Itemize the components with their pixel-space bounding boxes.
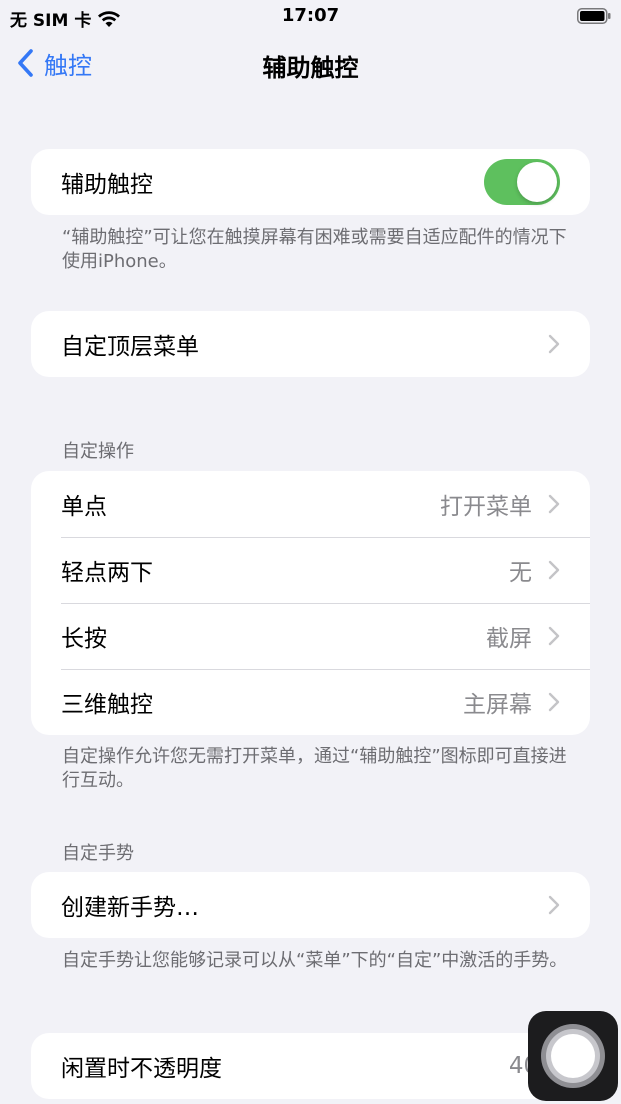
assistive-touch-toggle[interactable] — [484, 159, 560, 205]
single-tap-row[interactable]: 单点 打开菜单 — [31, 471, 590, 537]
chevron-right-icon — [548, 334, 560, 354]
navigation-bar: 触控 辅助触控 — [0, 40, 621, 88]
assistive-touch-icon-core — [551, 1034, 595, 1078]
assistive-touch-icon-ring — [546, 1029, 600, 1083]
assistive-touch-button[interactable] — [528, 1011, 618, 1101]
status-bar: 无 SIM 卡 17:07 — [0, 0, 621, 32]
custom-actions-header: 自定操作 — [62, 441, 134, 462]
page-title: 辅助触控 — [262, 54, 359, 82]
action-value: 打开菜单 — [440, 494, 532, 520]
custom-gestures-group: 创建新手势… — [31, 872, 590, 938]
action-label: 轻点两下 — [61, 560, 153, 586]
chevron-right-icon — [548, 560, 560, 580]
action-label: 单点 — [61, 494, 107, 520]
action-label: 三维触控 — [61, 692, 153, 718]
double-tap-row[interactable]: 轻点两下 无 — [31, 537, 590, 603]
chevron-right-icon — [548, 692, 560, 712]
top-menu-group: 自定顶层菜单 — [31, 311, 590, 377]
customize-top-menu-label: 自定顶层菜单 — [61, 334, 199, 360]
action-value: 截屏 — [486, 626, 532, 652]
action-value: 无 — [509, 560, 532, 586]
chevron-right-icon — [548, 895, 560, 915]
create-new-gesture-row[interactable]: 创建新手势… — [31, 872, 590, 938]
battery-icon — [577, 8, 611, 24]
clock: 17:07 — [281, 5, 340, 26]
idle-opacity-group: 闲置时不透明度 40% — [31, 1033, 590, 1099]
assistive-touch-footer: “辅助触控”可让您在触摸屏幕有困难或需要自适应配件的情况下使用iPhone。 — [62, 227, 567, 272]
long-press-row[interactable]: 长按 截屏 — [31, 603, 590, 669]
idle-opacity-row[interactable]: 闲置时不透明度 40% — [31, 1033, 590, 1099]
action-value: 主屏幕 — [463, 692, 532, 718]
idle-opacity-label: 闲置时不透明度 — [61, 1056, 222, 1082]
custom-actions-group: 单点 打开菜单 轻点两下 无 长按 截屏 三维触控 主屏幕 — [31, 471, 590, 735]
custom-gestures-footer: 自定手势让您能够记录可以从“菜单”下的“自定”中激活的手势。 — [62, 950, 568, 971]
assistive-touch-icon — [541, 1024, 605, 1088]
assistive-touch-group: 辅助触控 — [31, 149, 590, 215]
customize-top-menu-row[interactable]: 自定顶层菜单 — [31, 311, 590, 377]
action-label: 长按 — [61, 626, 107, 652]
chevron-right-icon — [548, 626, 560, 646]
create-new-gesture-label: 创建新手势… — [61, 895, 199, 921]
custom-actions-footer: 自定操作允许您无需打开菜单，通过“辅助触控”图标即可直接进行互动。 — [62, 746, 567, 791]
assistive-touch-label: 辅助触控 — [61, 172, 153, 198]
toggle-knob — [517, 162, 557, 202]
assistive-touch-row: 辅助触控 — [31, 149, 590, 215]
chevron-right-icon — [548, 494, 560, 514]
custom-gestures-header: 自定手势 — [62, 843, 134, 864]
3d-touch-row[interactable]: 三维触控 主屏幕 — [31, 669, 590, 735]
